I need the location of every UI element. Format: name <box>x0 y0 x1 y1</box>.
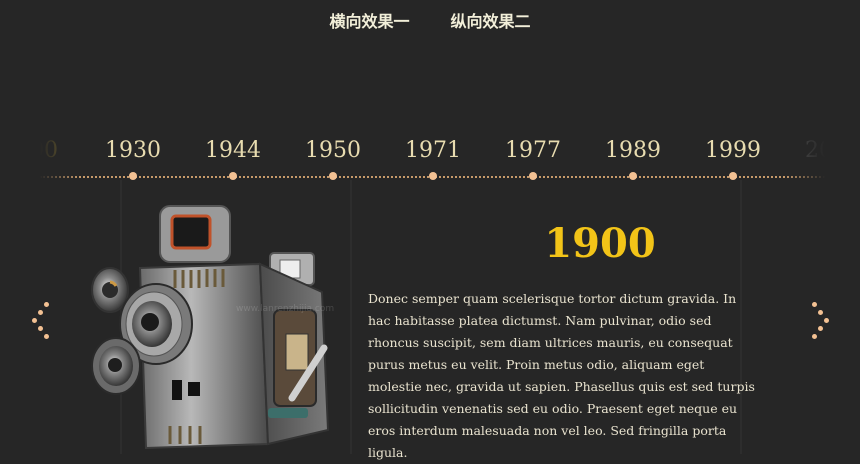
next-arrow-icon[interactable] <box>808 300 834 340</box>
timeline-node[interactable] <box>729 172 737 180</box>
timeline-node[interactable] <box>129 172 137 180</box>
timeline-year-1989[interactable]: 1989 <box>588 138 678 163</box>
timeline-fade-right <box>785 130 825 190</box>
timeline-year-1971[interactable]: 1971 <box>388 138 478 163</box>
timeline-fade-left <box>40 130 80 190</box>
timeline-year-1977[interactable]: 1977 <box>488 138 578 163</box>
timeline-node[interactable] <box>229 172 237 180</box>
timeline-node[interactable] <box>629 172 637 180</box>
tab-horizontal-effect[interactable]: 横向效果一 <box>329 8 409 32</box>
timeline: 1900 1930 1944 1950 1971 1977 1989 1999 … <box>40 130 825 190</box>
selected-year-heading: 1900 <box>544 220 656 267</box>
timeline-node[interactable] <box>529 172 537 180</box>
prev-arrow-icon[interactable] <box>30 300 56 340</box>
timeline-node[interactable] <box>329 172 337 180</box>
tab-bar: 横向效果一 纵向效果二 <box>0 8 860 32</box>
background-streak <box>350 180 352 454</box>
vintage-movie-camera-icon <box>91 205 330 450</box>
watermark-text: www.lanrenzhijia.com <box>236 304 335 314</box>
timeline-year-1944[interactable]: 1944 <box>188 138 278 163</box>
timeline-node[interactable] <box>429 172 437 180</box>
year-description: Donec semper quam scelerisque tortor dic… <box>368 291 755 460</box>
tab-vertical-effect[interactable]: 纵向效果二 <box>451 8 531 32</box>
timeline-year-1930[interactable]: 1930 <box>88 138 178 163</box>
timeline-year-1950[interactable]: 1950 <box>288 138 378 163</box>
timeline-year-1999[interactable]: 1999 <box>688 138 778 163</box>
